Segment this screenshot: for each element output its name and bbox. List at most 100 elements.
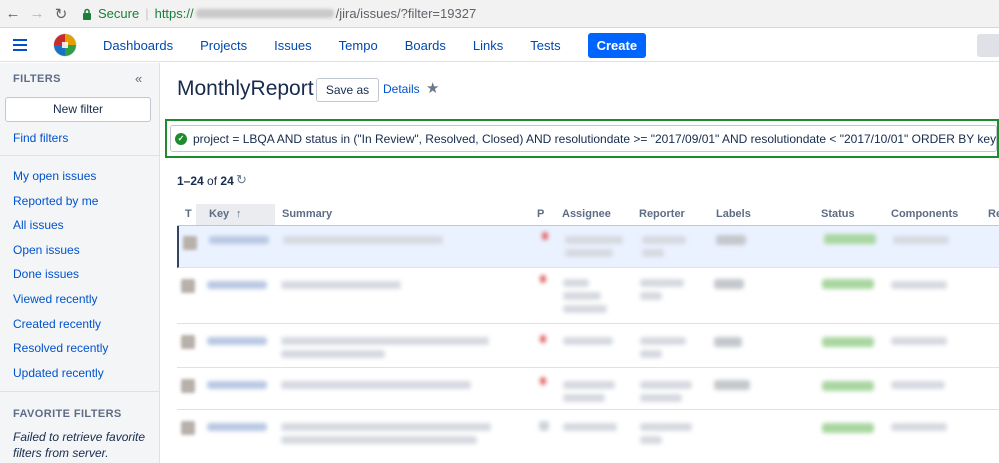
issue-reporter (642, 236, 686, 244)
sidebar-item-open-issues[interactable]: Open issues (13, 243, 80, 257)
save-as-button[interactable]: Save as (316, 78, 379, 102)
sidebar-item-reported-by-me[interactable]: Reported by me (13, 194, 98, 208)
issue-assignee (565, 249, 613, 257)
priority-icon (539, 421, 549, 431)
issue-reporter (640, 423, 692, 431)
issue-label (714, 337, 742, 347)
sidebar-item-all-issues[interactable]: All issues (13, 218, 64, 232)
issue-key[interactable] (207, 281, 267, 289)
issue-component (891, 281, 947, 289)
main-content: MonthlyReport Save as Details ★ ✓ projec… (161, 63, 999, 463)
table-row[interactable] (177, 226, 999, 268)
forward-button[interactable]: → (26, 3, 48, 25)
col-priority[interactable]: P (537, 208, 544, 220)
create-button[interactable]: Create (587, 32, 647, 58)
top-navigation: Dashboards Projects Issues Tempo Boards … (103, 32, 647, 58)
issue-assignee (563, 337, 613, 345)
sidebar-item-my-open-issues[interactable]: My open issues (13, 169, 96, 183)
col-labels[interactable]: Labels (716, 208, 751, 220)
nav-dashboards[interactable]: Dashboards (103, 38, 173, 53)
collapse-sidebar-icon[interactable]: « (135, 71, 142, 86)
nav-tempo[interactable]: Tempo (339, 38, 378, 53)
issue-label (716, 235, 746, 245)
col-type[interactable]: T (185, 208, 192, 220)
reload-button[interactable]: ↻ (50, 3, 72, 25)
col-resolution[interactable]: Re (988, 208, 999, 220)
col-assignee[interactable]: Assignee (562, 208, 611, 220)
issue-assignee (563, 381, 615, 389)
issue-summary[interactable] (281, 423, 491, 431)
issue-component (891, 423, 947, 431)
col-components[interactable]: Components (891, 208, 958, 220)
priority-icon (540, 377, 546, 385)
table-row[interactable] (177, 325, 999, 368)
sidebar-item-updated-recently[interactable]: Updated recently (13, 366, 104, 380)
app-logo[interactable] (53, 33, 77, 57)
priority-icon (542, 232, 548, 240)
issue-reporter (640, 381, 692, 389)
issue-label (714, 279, 744, 289)
col-reporter[interactable]: Reporter (639, 208, 685, 220)
sidebar-item-resolved-recently[interactable]: Resolved recently (13, 341, 108, 355)
new-filter-button[interactable]: New filter (5, 97, 151, 122)
issue-status (824, 234, 876, 244)
issue-label (714, 380, 750, 390)
issue-reporter (640, 350, 662, 358)
issue-summary[interactable] (281, 337, 489, 345)
issue-summary[interactable] (281, 281, 401, 289)
issue-key[interactable] (207, 381, 267, 389)
sidebar-item-viewed-recently[interactable]: Viewed recently (13, 292, 98, 306)
col-key[interactable]: Key (209, 208, 229, 220)
col-status[interactable]: Status (821, 208, 855, 220)
sort-ascending-icon: ↑ (236, 208, 242, 220)
priority-icon (540, 335, 546, 343)
favorite-star-icon[interactable]: ★ (426, 79, 439, 97)
menu-icon[interactable] (13, 39, 27, 51)
results-of: of (207, 174, 218, 188)
issue-key[interactable] (207, 423, 267, 431)
col-summary[interactable]: Summary (282, 208, 332, 220)
refresh-results-icon[interactable]: ↻ (236, 172, 247, 188)
nav-links[interactable]: Links (473, 38, 503, 53)
results-count: 1–24 of 24 (177, 174, 234, 188)
issue-status (822, 381, 874, 391)
url-path: /jira/issues/?filter=19327 (335, 6, 477, 21)
issue-summary[interactable] (283, 236, 443, 244)
sidebar-divider (0, 391, 159, 392)
issue-summary[interactable] (281, 350, 385, 358)
issue-type-icon (181, 379, 195, 393)
nav-issues[interactable]: Issues (274, 38, 312, 53)
issue-assignee (563, 292, 601, 300)
issue-type-icon (181, 335, 195, 349)
table-row[interactable] (177, 369, 999, 410)
sidebar-item-done-issues[interactable]: Done issues (13, 267, 79, 281)
issue-component (891, 337, 947, 345)
issue-summary[interactable] (281, 381, 471, 389)
table-row[interactable] (177, 411, 999, 463)
table-row[interactable] (177, 269, 999, 324)
redacted-host (195, 9, 334, 18)
sidebar-divider (0, 155, 159, 156)
issue-type-icon (181, 421, 195, 435)
nav-projects[interactable]: Projects (200, 38, 247, 53)
issue-reporter (640, 337, 686, 345)
issue-reporter (640, 436, 662, 444)
issue-summary[interactable] (281, 436, 477, 444)
details-link[interactable]: Details (383, 82, 420, 96)
nav-boards[interactable]: Boards (405, 38, 446, 53)
back-button[interactable]: ← (2, 3, 24, 25)
sidebar-item-created-recently[interactable]: Created recently (13, 317, 101, 331)
jql-query-field[interactable]: ✓ project = LBQA AND status in ("In Revi… (170, 125, 997, 152)
issue-key[interactable] (209, 236, 269, 244)
favorite-filters-heading: FAVORITE FILTERS (13, 408, 122, 420)
issue-key[interactable] (207, 337, 267, 345)
url-separator: | (145, 6, 149, 21)
issue-type-icon (183, 236, 197, 250)
app-header: Dashboards Projects Issues Tempo Boards … (0, 29, 999, 62)
filters-sidebar: FILTERS « New filter Find filters My ope… (0, 63, 160, 463)
find-filters-link[interactable]: Find filters (13, 131, 68, 145)
issue-status (822, 337, 874, 347)
nav-tests[interactable]: Tests (530, 38, 560, 53)
search-box-edge[interactable] (977, 34, 999, 57)
address-bar[interactable]: Secure | https:// /jira/issues/?filter=1… (80, 3, 999, 25)
